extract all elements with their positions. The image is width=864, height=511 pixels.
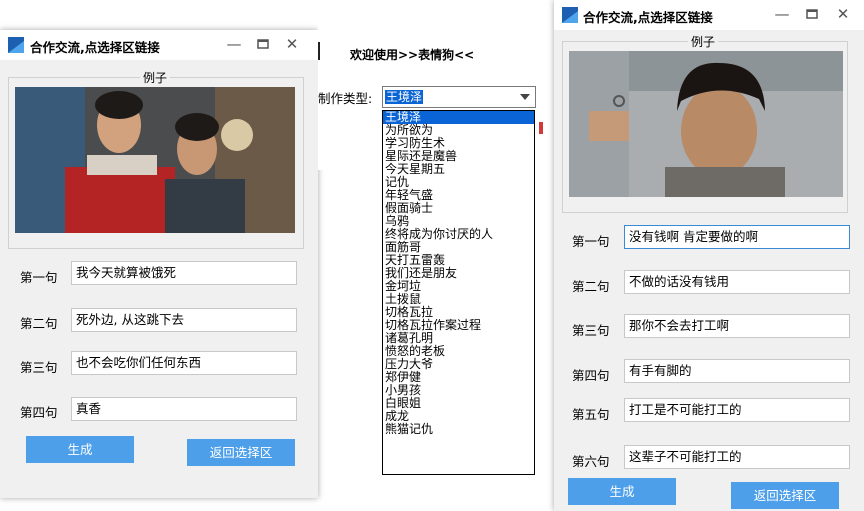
sentence-4-field[interactable]: 真香: [71, 397, 297, 421]
back-to-selection-button[interactable]: 返回选择区: [187, 439, 295, 466]
right-window: 合作交流,点选择区链接 — ✕ 例子 第一句 没有钱啊 肯定要做的啊 第二句 不…: [554, 0, 864, 511]
hidden-text-fragment: [539, 122, 543, 134]
row-label: 第一句: [572, 234, 610, 249]
back-to-selection-button[interactable]: 返回选择区: [731, 482, 839, 509]
example-image: [15, 87, 295, 233]
chevron-down-icon[interactable]: [520, 94, 530, 100]
sentence-1-field[interactable]: 没有钱啊 肯定要做的啊: [624, 225, 850, 249]
sentence-3-field[interactable]: 那你不会去打工啊: [624, 314, 850, 338]
row-label: 第一句: [20, 270, 58, 285]
row-label: 第四句: [20, 405, 58, 420]
app-icon: [8, 37, 24, 53]
row-label: 第二句: [572, 279, 610, 294]
close-icon[interactable]: ✕: [281, 34, 303, 54]
generate-button[interactable]: 生成: [568, 478, 676, 505]
row-label: 第三句: [20, 360, 58, 375]
row-label: 第二句: [20, 316, 58, 331]
right-titlebar[interactable]: 合作交流,点选择区链接 — ✕: [554, 0, 864, 30]
app-icon: [562, 7, 578, 23]
row-label: 第四句: [572, 368, 610, 383]
sentence-6-field[interactable]: 这辈子不可能打工的: [624, 445, 850, 469]
sentence-2-field[interactable]: 不做的话没有钱用: [624, 270, 850, 294]
minimize-icon[interactable]: —: [223, 34, 245, 54]
minimize-icon[interactable]: —: [771, 4, 793, 24]
row-label: 第六句: [572, 454, 610, 469]
sentence-5-field[interactable]: 打工是不可能打工的: [624, 398, 850, 422]
sentence-4-field[interactable]: 有手有脚的: [624, 359, 850, 383]
close-icon[interactable]: ✕: [832, 4, 854, 24]
type-select[interactable]: 王境泽: [382, 86, 536, 108]
sentence-1-field[interactable]: 我今天就算被饿死: [71, 261, 297, 285]
left-titlebar[interactable]: 合作交流,点选择区链接 — ✕: [0, 30, 318, 60]
type-dropdown-list[interactable]: 王境泽 为所欲为 学习防生术 星际还是魔兽 今天星期五 记仇 年轻气盛 假面骑士 乌鸦 终将成为你…: [382, 110, 535, 475]
window-title: 合作交流,点选择区链接: [583, 10, 713, 25]
row-label: 第三句: [572, 323, 610, 338]
type-select-value: 王境泽: [385, 90, 424, 104]
example-legend: 例子: [688, 33, 719, 50]
left-window: 合作交流,点选择区链接 — ✕ 例子 第一句 我今天就算被饿死 第二句 死外边,…: [0, 30, 318, 498]
sentence-2-field[interactable]: 死外边, 从这跳下去: [71, 308, 297, 332]
maximize-icon[interactable]: [801, 4, 823, 24]
example-image: [569, 51, 843, 197]
sentence-3-field[interactable]: 也不会吃你们任何东西: [71, 351, 297, 375]
example-group: 例子: [8, 69, 304, 249]
row-label: 第五句: [572, 407, 610, 422]
divider: [318, 42, 320, 60]
window-title: 合作交流,点选择区链接: [30, 40, 160, 55]
maximize-icon[interactable]: [252, 34, 274, 54]
welcome-text: 欢迎使用>>表情狗<<: [350, 48, 475, 62]
dropdown-option[interactable]: 熊猫记仇: [383, 423, 534, 436]
generate-button[interactable]: 生成: [26, 436, 134, 463]
type-label: 制作类型:: [318, 91, 373, 106]
example-group: 例子: [562, 33, 848, 213]
example-legend: 例子: [140, 69, 171, 86]
